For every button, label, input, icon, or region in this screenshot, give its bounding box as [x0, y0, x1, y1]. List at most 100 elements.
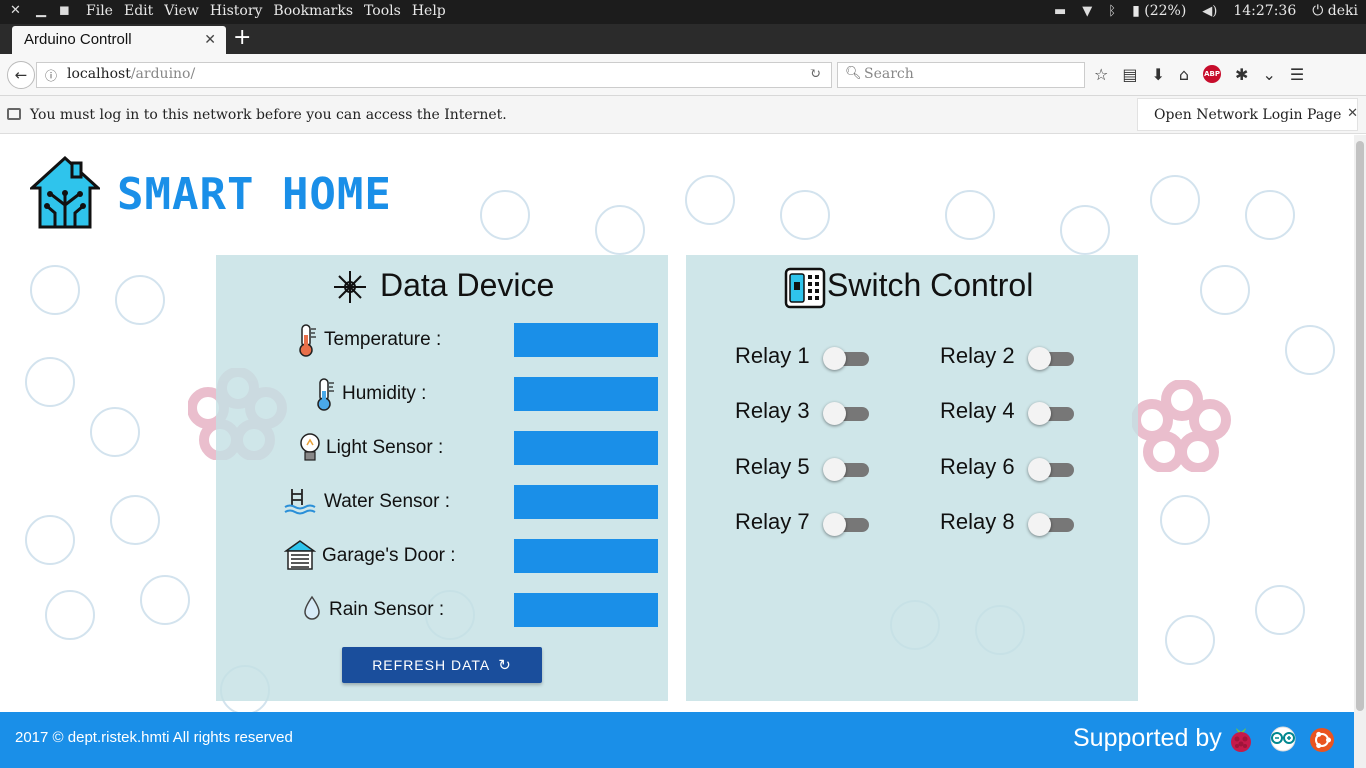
background-pattern-icon [110, 495, 160, 545]
background-pattern-icon [480, 190, 530, 240]
url-path: /arduino/ [130, 66, 196, 82]
background-pattern-icon [25, 515, 75, 565]
back-arrow-icon[interactable]: ← [7, 61, 35, 89]
tab-arduino[interactable]: Arduino Controll ✕ [12, 26, 226, 54]
tab-close-icon[interactable]: ✕ [204, 31, 216, 48]
control-panel-icon [784, 267, 826, 309]
minimize-window-icon[interactable]: ▁ [36, 3, 46, 18]
volume-icon[interactable]: ◀) [1202, 4, 1217, 19]
url-bar[interactable]: ⓘ localhost/arduino/ ↻ [36, 62, 832, 88]
clock[interactable]: 14:27:36 [1233, 3, 1296, 19]
app-menu: File Edit View History Bookmarks Tools H… [86, 3, 457, 19]
relay-4-toggle[interactable] [1028, 400, 1074, 426]
water-sensor-value [514, 485, 658, 519]
toggle-knob [1028, 347, 1051, 370]
background-pattern-icon [685, 175, 735, 225]
background-pattern-icon [1255, 585, 1305, 635]
reload-icon[interactable]: ↻ [809, 66, 821, 82]
notification-close-icon[interactable]: ✕ [1347, 106, 1358, 121]
relay-6-toggle[interactable] [1028, 456, 1074, 482]
tab-title: Arduino Controll [24, 31, 132, 48]
background-pattern-icon [945, 190, 995, 240]
raindrop-icon [304, 595, 320, 620]
background-pattern-icon [780, 190, 830, 240]
arduino-icon [1270, 726, 1296, 752]
smart-home-logo-icon [30, 155, 100, 229]
copyright-text: 2017 © dept.ristek.hmti All rights reser… [15, 729, 293, 746]
adblock-icon[interactable]: ABP [1203, 65, 1222, 83]
battery-percent: (22%) [1144, 3, 1187, 19]
sensor-row-rain: Rain Sensor : [216, 593, 668, 629]
hamburger-menu-icon[interactable]: ☰ [1290, 65, 1304, 84]
toggle-knob [823, 458, 846, 481]
sensor-row-humidity: Humidity : [216, 377, 668, 413]
background-pattern-icon [595, 205, 645, 255]
background-pattern-icon [1285, 325, 1335, 375]
relay-5-toggle[interactable] [823, 456, 869, 482]
system-tray: ▬ ▼ ᛒ ▮ (22%) ◀) 14:27:36 ⏻ deki [1054, 3, 1358, 19]
light-sensor-value [514, 431, 658, 465]
network-icon [7, 108, 21, 120]
menu-file[interactable]: File [86, 3, 113, 19]
wifi-icon[interactable]: ▼ [1082, 4, 1092, 19]
reading-list-icon[interactable]: ▤ [1122, 65, 1137, 84]
menu-view[interactable]: View [164, 3, 199, 19]
maximize-window-icon[interactable]: ◼ [59, 3, 70, 18]
relay-7-label: Relay 7 [735, 509, 810, 534]
relay-5-label: Relay 5 [735, 454, 810, 479]
scrollbar-thumb[interactable] [1356, 141, 1364, 711]
menu-tools[interactable]: Tools [364, 3, 401, 19]
downloads-icon[interactable]: ⬇ [1151, 65, 1164, 84]
brand-title: SMART HOME [117, 169, 392, 220]
toolbar-icons: ☆ ▤ ⬇ ⌂ ABP ✱ ⌄ ☰ [1094, 65, 1304, 84]
relay-8-toggle[interactable] [1028, 511, 1074, 537]
home-icon[interactable]: ⌂ [1179, 65, 1189, 84]
background-pattern-icon [45, 590, 95, 640]
page-content: SMART HOME Data Device Temperature: Hum… [0, 135, 1354, 768]
captive-portal-notification: You must log in to this network before y… [0, 96, 1366, 134]
background-pattern-icon [25, 357, 75, 407]
relay-7-toggle[interactable] [823, 511, 869, 537]
footer: 2017 © dept.ristek.hmti All rights reser… [0, 712, 1354, 768]
search-input[interactable]: 🔍︎ Search [837, 62, 1085, 88]
menu-history[interactable]: History [210, 3, 263, 19]
power-icon: ⏻ [1312, 3, 1328, 19]
refresh-icon: ↻ [498, 657, 512, 674]
bluetooth-icon[interactable]: ᛒ [1108, 4, 1116, 19]
garage-door-label: Garage's Door : [322, 545, 456, 566]
thermometer-icon [299, 324, 316, 357]
site-info-icon[interactable]: ⓘ [45, 67, 57, 84]
battery-indicator[interactable]: ▮ (22%) [1132, 3, 1186, 19]
relay-1-toggle[interactable] [823, 345, 869, 371]
display-icon[interactable]: ▬ [1054, 4, 1066, 19]
background-pattern-icon [115, 275, 165, 325]
toggle-knob [823, 347, 846, 370]
switch-control-panel: Switch Control Relay 1 Relay 2 Relay 3 R… [686, 255, 1138, 701]
switch-control-title: Switch Control [827, 267, 1034, 303]
menu-help[interactable]: Help [412, 3, 446, 19]
menu-edit[interactable]: Edit [124, 3, 153, 19]
humidity-icon [317, 378, 334, 411]
rain-sensor-value [514, 593, 658, 627]
relay-3-toggle[interactable] [823, 400, 869, 426]
menu-bookmarks[interactable]: Bookmarks [273, 3, 353, 19]
garage-icon [284, 540, 316, 570]
background-pattern-icon [30, 265, 80, 315]
refresh-data-button[interactable]: REFRESH DATA ↻ [342, 647, 542, 683]
relay-2-label: Relay 2 [940, 343, 1015, 368]
new-tab-icon[interactable]: + [233, 25, 251, 50]
extension-icon[interactable]: ✱ [1235, 65, 1248, 84]
open-login-page-button[interactable]: Open Network Login Page [1137, 98, 1359, 131]
page-scrollbar[interactable] [1354, 135, 1366, 768]
background-pattern-icon [1060, 205, 1110, 255]
relay-6-label: Relay 6 [940, 454, 1015, 479]
humidity-label: Humidity : [342, 383, 427, 404]
relay-2-toggle[interactable] [1028, 345, 1074, 371]
data-device-panel: Data Device Temperature : Humidity : Lig… [216, 255, 668, 701]
close-window-icon[interactable]: ✕ [10, 3, 21, 18]
user-menu[interactable]: ⏻ deki [1312, 3, 1358, 19]
bookmark-star-icon[interactable]: ☆ [1094, 65, 1108, 84]
supported-by-label: Supported by [1073, 724, 1222, 752]
search-icon: 🔍︎ [845, 66, 862, 81]
pocket-icon[interactable]: ⌄ [1262, 65, 1275, 84]
